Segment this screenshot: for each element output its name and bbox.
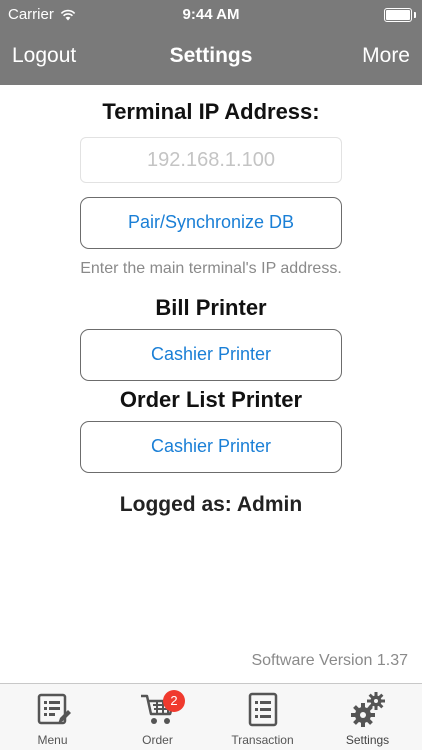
navigation-bar: Logout Settings More (0, 30, 422, 85)
battery-icon (384, 8, 416, 22)
transaction-icon (248, 692, 277, 727)
bill-printer-button[interactable]: Cashier Printer (80, 329, 342, 381)
status-bar: Carrier 9:44 AM (0, 0, 422, 30)
order-list-printer-button[interactable]: Cashier Printer (80, 421, 342, 473)
pair-synchronize-button[interactable]: Pair/Synchronize DB (80, 197, 342, 249)
tab-menu[interactable]: Menu (0, 684, 105, 750)
terminal-ip-heading: Terminal IP Address: (102, 99, 320, 124)
tab-bar: Menu 2 Order Transaction Settings (0, 683, 422, 750)
settings-content: Terminal IP Address: Pair/Synchronize DB… (0, 85, 422, 683)
tab-transaction[interactable]: Transaction (210, 684, 315, 750)
order-list-printer-heading: Order List Printer (119, 387, 303, 412)
gear-icon (350, 692, 385, 727)
tab-transaction-label: Transaction (231, 733, 294, 747)
logout-button[interactable]: Logout (12, 44, 76, 68)
terminal-ip-input[interactable] (80, 137, 342, 183)
tab-settings-label: Settings (345, 733, 390, 747)
logged-as-label: Logged as: Admin (119, 493, 303, 516)
bill-printer-heading: Bill Printer (155, 295, 267, 320)
terminal-ip-hint: Enter the main terminal's IP address. (80, 260, 342, 277)
software-version: Software Version 1.37 (251, 652, 408, 669)
menu-icon (37, 693, 71, 725)
tab-settings[interactable]: Settings (315, 684, 420, 750)
more-button[interactable]: More (362, 44, 410, 68)
tab-order-label: Order (142, 733, 173, 747)
status-time: 9:44 AM (182, 6, 240, 23)
tab-menu-label: Menu (37, 733, 68, 747)
tab-order[interactable]: 2 Order (105, 684, 210, 750)
order-count-badge: 2 (163, 690, 185, 712)
